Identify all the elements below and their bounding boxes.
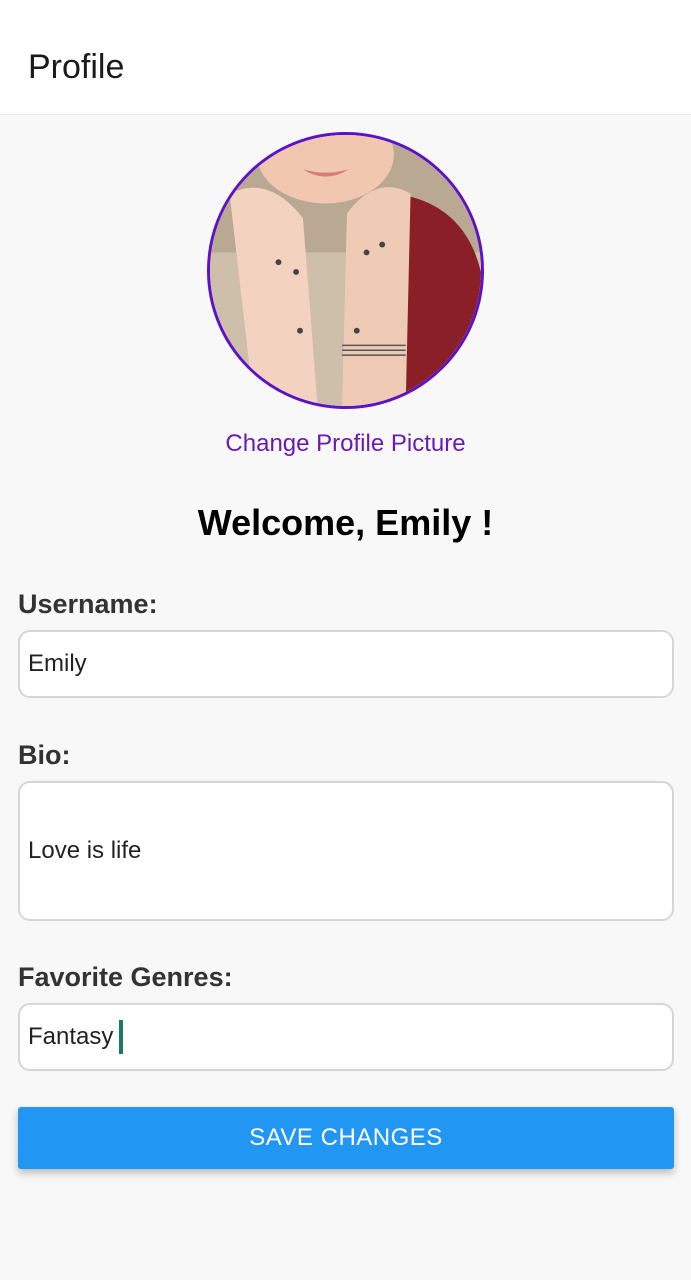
bio-value: Love is life (28, 837, 142, 864)
genres-value: Fantasy (28, 1023, 114, 1050)
bio-label: Bio: (18, 740, 71, 770)
avatar[interactable] (207, 132, 484, 409)
genres-field[interactable]: Fantasy (18, 1003, 674, 1071)
text-cursor (119, 1020, 124, 1054)
profile-photo (210, 135, 481, 406)
app-bar: Profile (0, 0, 691, 115)
username-label: Username: (18, 589, 158, 619)
welcome-heading: Welcome, Emily ! (197, 502, 494, 543)
change-profile-picture-link[interactable]: Change Profile Picture (0, 428, 691, 460)
bio-field[interactable]: Love is life (18, 781, 674, 921)
username-value: Emily (28, 650, 87, 677)
page-title: Profile (28, 48, 125, 86)
username-field[interactable]: Emily (18, 630, 674, 698)
save-changes-button[interactable]: SAVE CHANGES (18, 1107, 674, 1169)
genres-label: Favorite Genres: (18, 962, 233, 992)
